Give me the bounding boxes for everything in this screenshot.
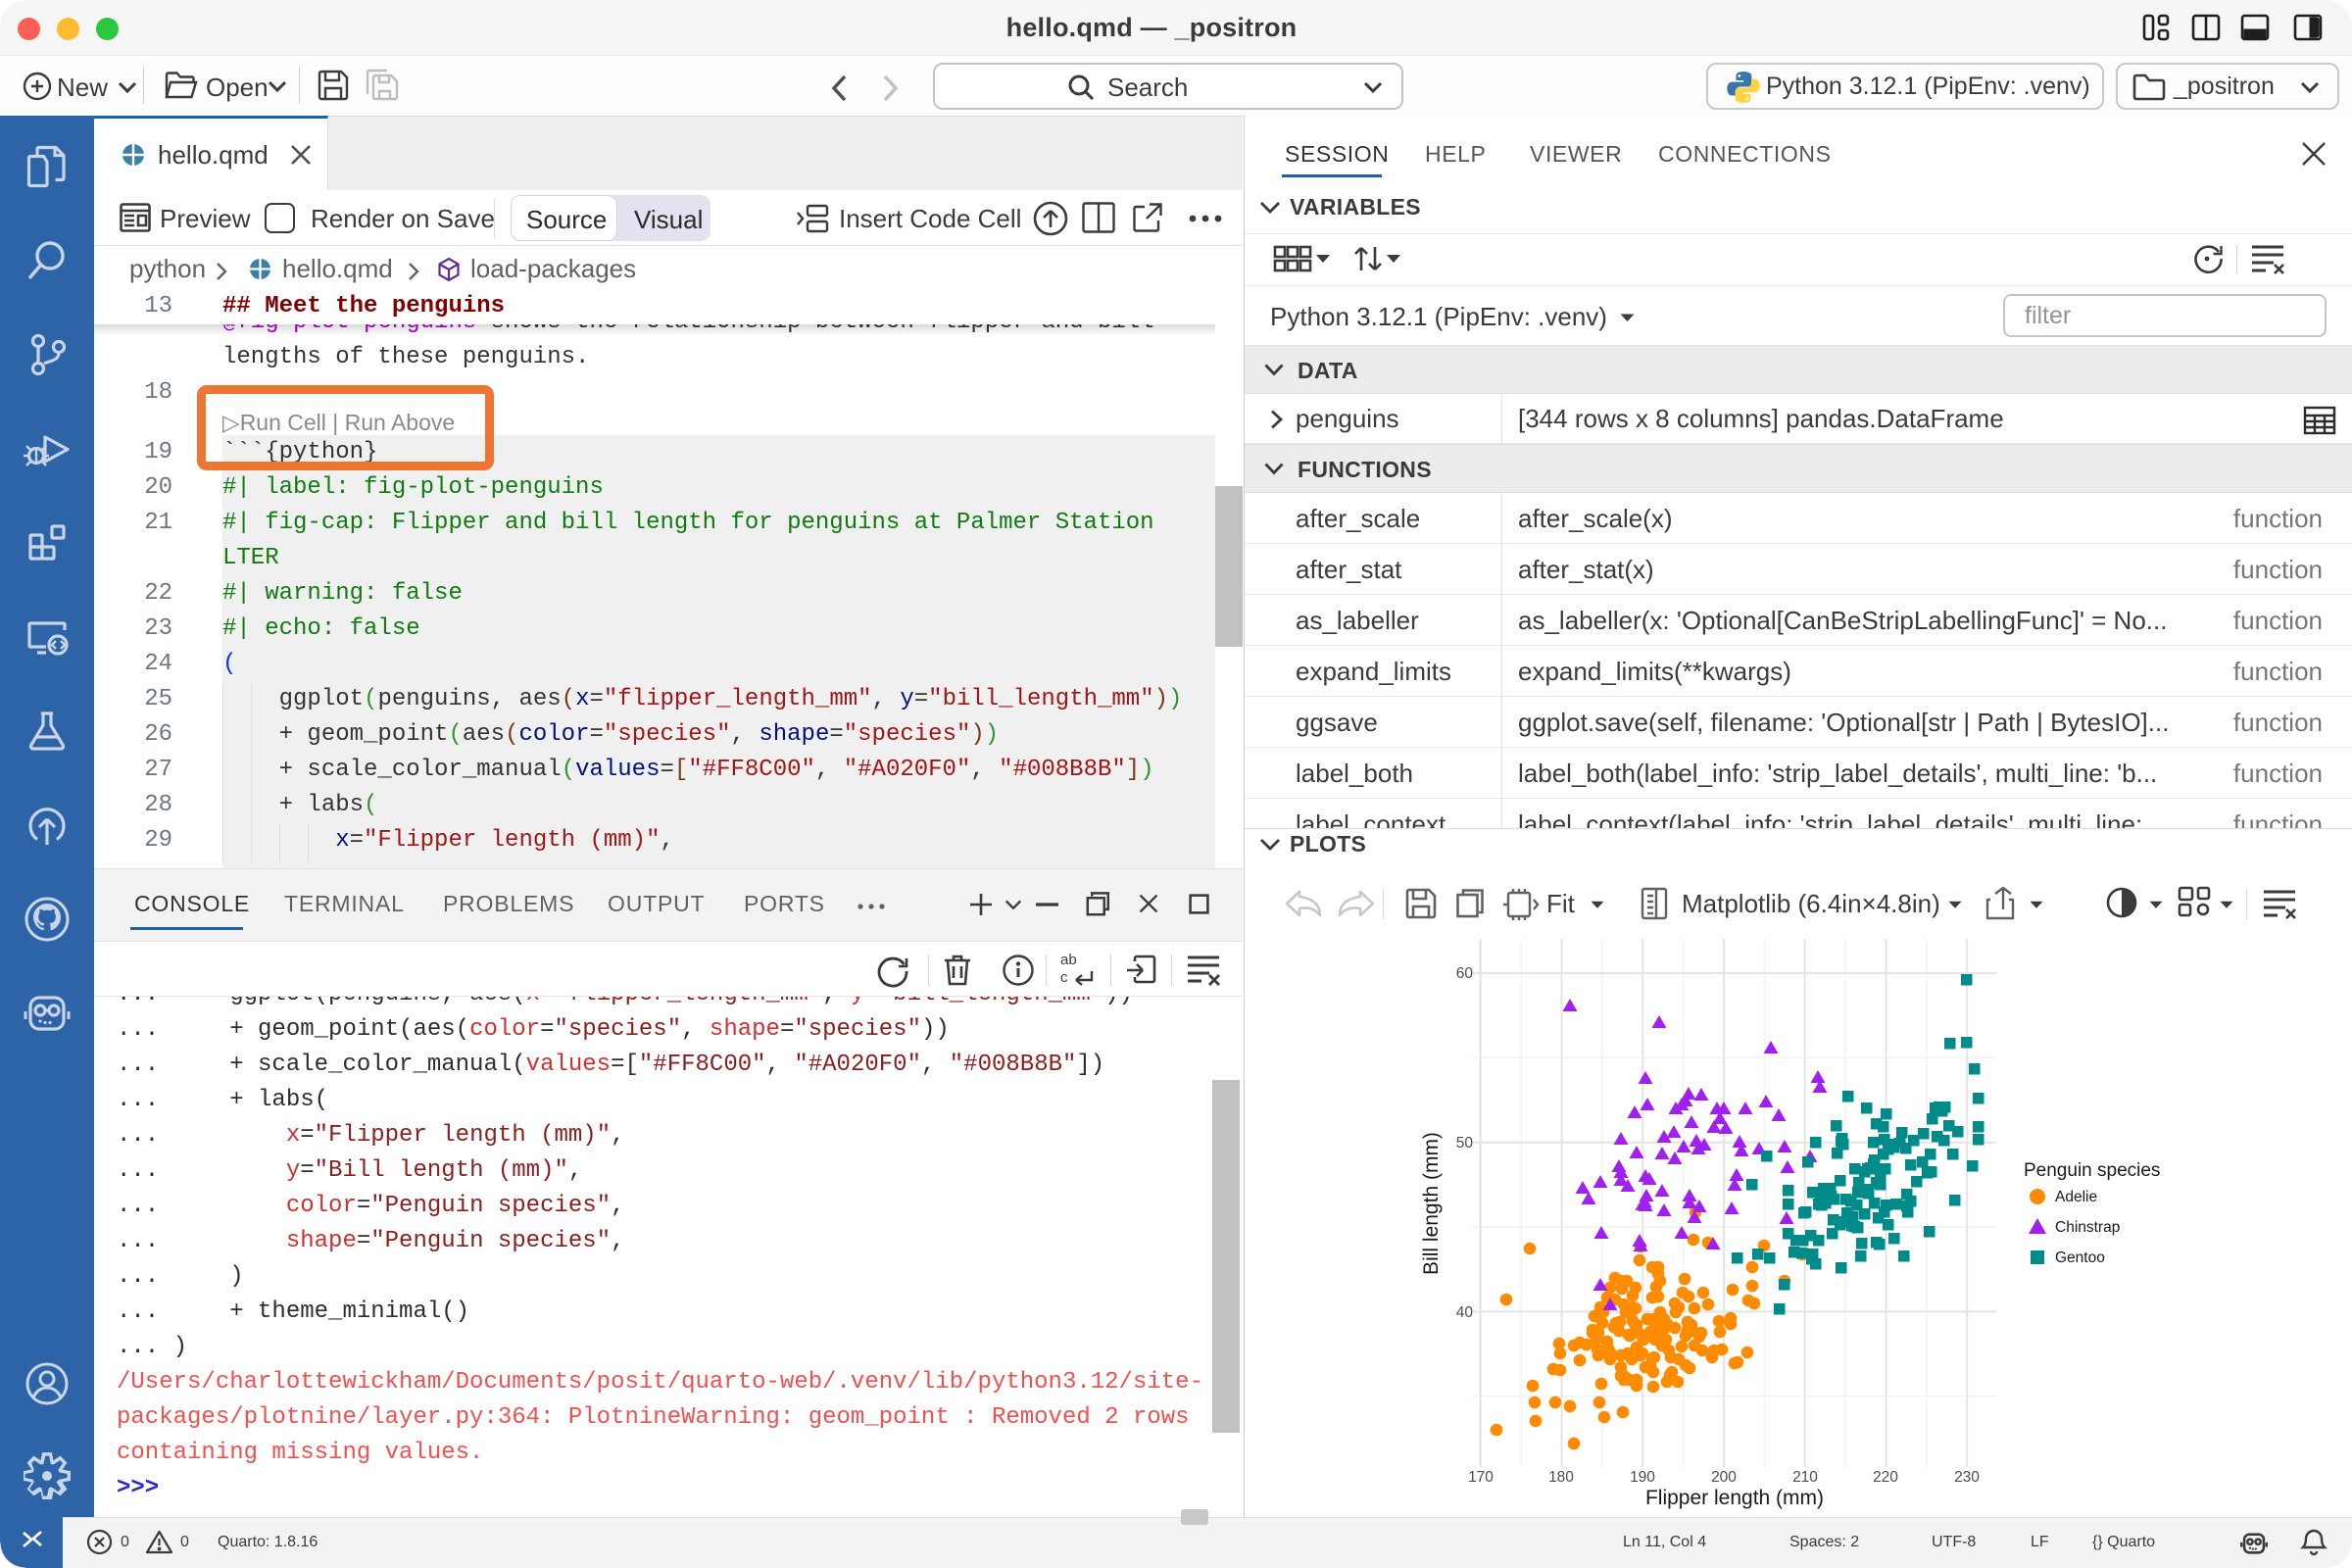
svg-text:60: 60 xyxy=(1456,965,1474,982)
svg-text:180: 180 xyxy=(1548,1469,1574,1486)
svg-text:50: 50 xyxy=(1456,1135,1474,1152)
svg-text:230: 230 xyxy=(1954,1469,1980,1486)
svg-text:210: 210 xyxy=(1792,1469,1818,1486)
svg-text:190: 190 xyxy=(1630,1469,1655,1486)
svg-text:170: 170 xyxy=(1468,1469,1494,1486)
svg-text:c: c xyxy=(1060,969,1068,986)
svg-text:Penguin species: Penguin species xyxy=(2024,1160,2160,1181)
svg-text:40: 40 xyxy=(1456,1304,1474,1321)
svg-text:ab: ab xyxy=(1060,953,1077,968)
svg-text:Flipper length (mm): Flipper length (mm) xyxy=(1645,1487,1824,1509)
svg-text:220: 220 xyxy=(1873,1469,1898,1486)
svg-text:Bill length (mm): Bill length (mm) xyxy=(1420,1132,1443,1275)
svg-text:Adelie: Adelie xyxy=(2055,1189,2097,1205)
svg-text:Chinstrap: Chinstrap xyxy=(2055,1219,2120,1236)
svg-text:Gentoo: Gentoo xyxy=(2055,1250,2105,1266)
svg-text:200: 200 xyxy=(1711,1469,1737,1486)
